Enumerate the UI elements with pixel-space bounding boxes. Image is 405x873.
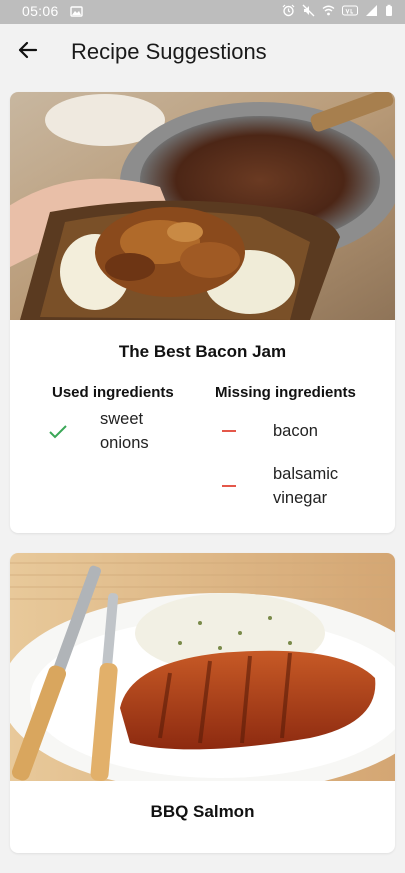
status-left-icons [70, 5, 83, 18]
minus-icon [222, 485, 236, 487]
wifi-icon [322, 5, 335, 16]
alarm-icon [282, 4, 295, 17]
battery-icon [386, 4, 392, 16]
recipe-title: The Best Bacon Jam [118, 342, 287, 361]
recipe-card[interactable]: The Best Bacon Jam Used ingredients Miss… [10, 92, 395, 533]
recipe-photo [10, 92, 395, 320]
volte-icon [342, 5, 358, 16]
page-title: Recipe Suggestions [71, 39, 267, 64]
status-bar: 05:06 [0, 0, 405, 24]
signal-icon [366, 5, 377, 16]
minus-icon [222, 430, 236, 432]
missing-ingredient: bacon [273, 422, 318, 440]
recipe-list[interactable]: The Best Bacon Jam Used ingredients Miss… [10, 92, 395, 873]
missing-ingredient: balsamic vinegar [273, 465, 339, 507]
mute-icon [302, 4, 315, 17]
image-icon [70, 6, 83, 17]
check-icon [49, 425, 67, 439]
arrow-left-icon[interactable] [14, 36, 42, 64]
status-time: 05:06 [22, 3, 59, 19]
recipe-title: BBQ Salmon [150, 802, 255, 821]
recipe-card[interactable]: BBQ Salmon [10, 553, 395, 853]
used-ingredients-heading: Used ingredients [52, 384, 174, 401]
missing-ingredients-heading: Missing ingredients [215, 384, 356, 401]
app-bar: Recipe Suggestions [0, 24, 405, 82]
recipe-photo [10, 553, 395, 781]
status-right-icons [282, 4, 393, 17]
used-ingredient: sweet onions [100, 410, 149, 452]
